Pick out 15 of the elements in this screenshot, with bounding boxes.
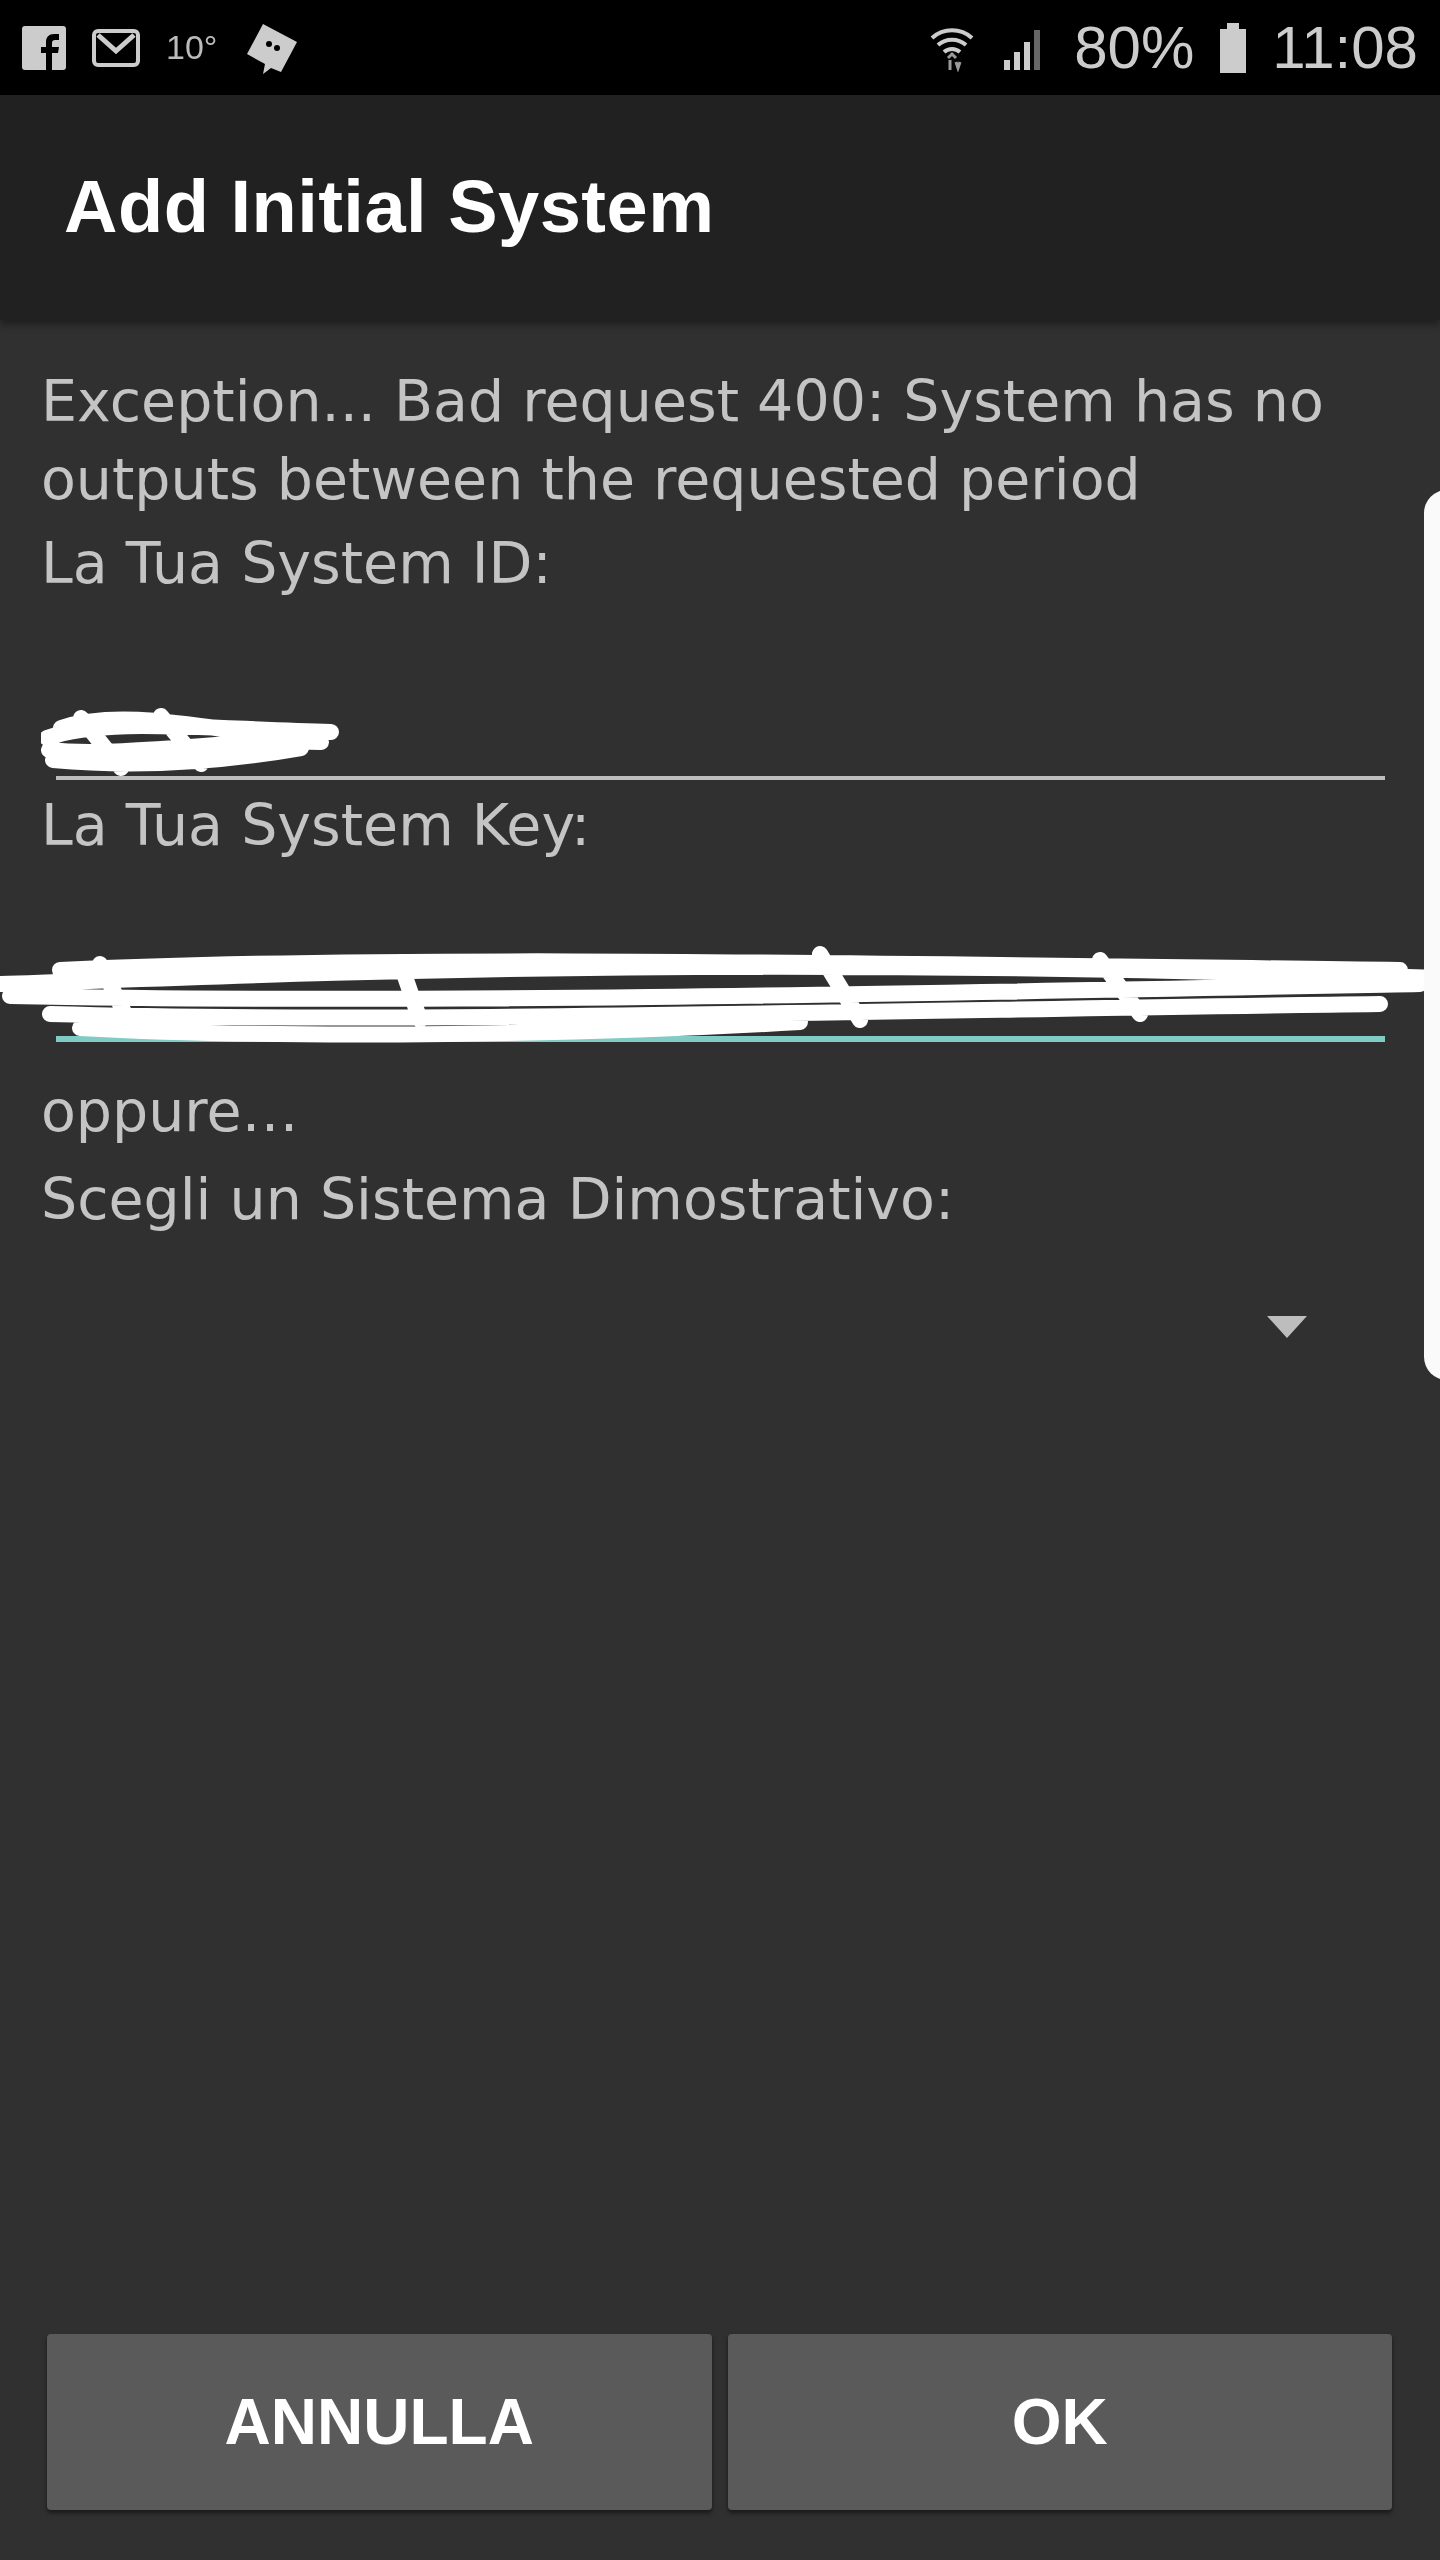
battery-percent-text: 80% [1074, 12, 1195, 83]
battery-icon [1220, 22, 1247, 73]
field-label: La Tua System Key: [41, 791, 592, 860]
separator-text: oppure… [41, 1077, 300, 1146]
temperature-text: 10° [166, 27, 218, 68]
field-label: La Tua System ID: [41, 529, 553, 598]
clock-text: 11:08 [1272, 12, 1418, 83]
dialog-title: Add Initial System [64, 164, 715, 251]
dropdown-arrow-icon [1267, 1316, 1307, 1338]
facebook-icon [22, 25, 66, 70]
dropdown-label: Scegli un Sistema Dimostrativo: [41, 1165, 956, 1234]
dialog-button[interactable]: OK [727, 2334, 1392, 2510]
error-message: Exception... Bad request 400: System has no outputs between the requested period [41, 367, 1325, 514]
mail-icon [92, 28, 140, 67]
dialog-button[interactable]: ANNULLA [47, 2334, 712, 2510]
